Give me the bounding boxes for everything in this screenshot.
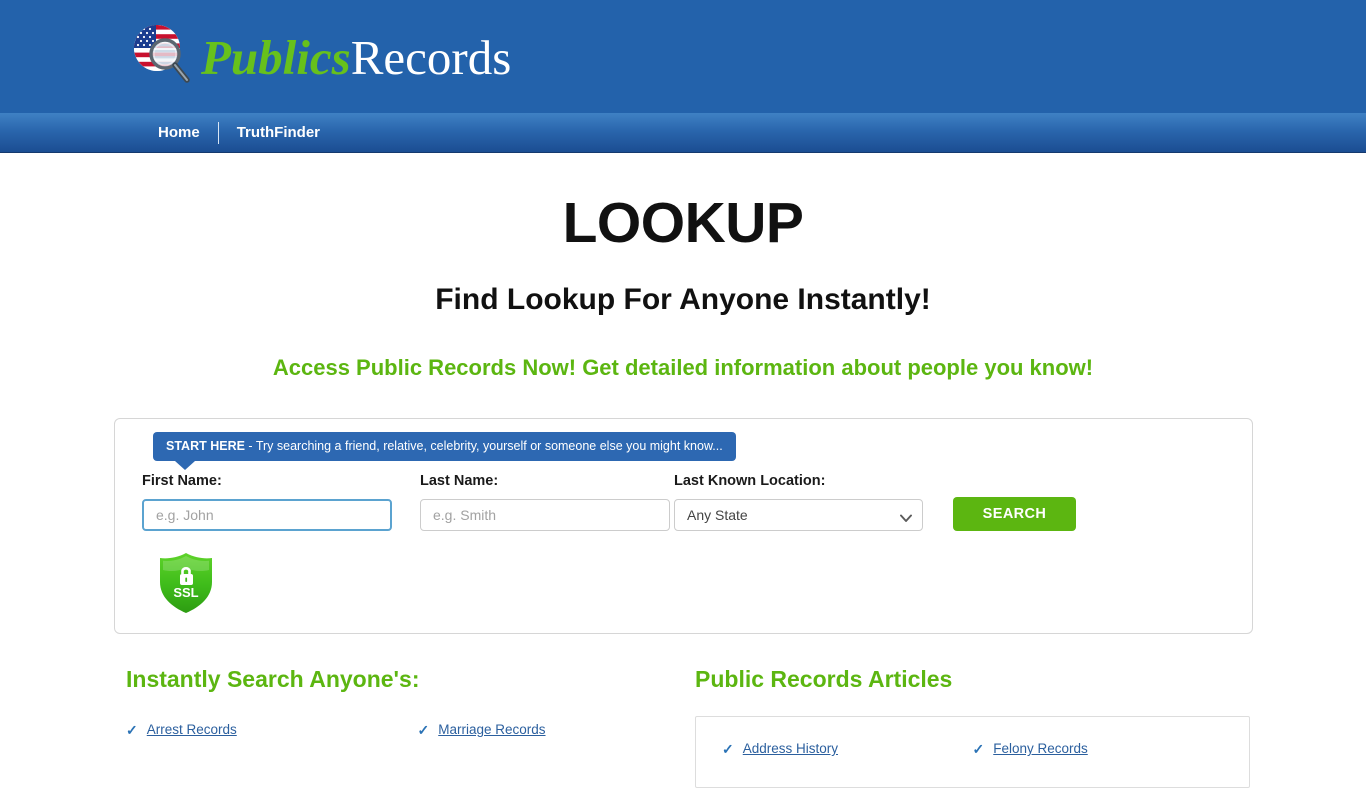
nav-item-home[interactable]: Home xyxy=(140,125,218,140)
nav-item-truthfinder[interactable]: TruthFinder xyxy=(219,125,338,140)
first-name-label: First Name: xyxy=(142,473,222,489)
articles-links: ✓ Address History ✓ Felony Records xyxy=(722,741,1223,779)
logo-word-secondary: Records xyxy=(350,29,512,85)
logo-wordmark: PublicsRecords xyxy=(201,33,511,82)
check-icon: ✓ xyxy=(972,740,985,757)
hero-tagline: Access Public Records Now! Get detailed … xyxy=(272,355,1094,380)
start-here-text: - Try searching a friend, relative, cele… xyxy=(244,439,723,453)
list-item[interactable]: ✓ Marriage Records xyxy=(418,722,710,737)
articles-heading: Public Records Articles xyxy=(695,666,953,692)
search-button[interactable]: SEARCH xyxy=(953,496,1076,531)
page-title: LOOKUP xyxy=(562,191,804,255)
hero-section: LOOKUP Find Lookup For Anyone Instantly!… xyxy=(0,153,1366,379)
list-item[interactable]: ✓ Arrest Records xyxy=(126,722,418,737)
articles-column: Public Records Articles ✓ Address Histor… xyxy=(695,668,1250,788)
first-name-field-group: First Name: xyxy=(142,474,420,531)
start-here-label: START HERE xyxy=(166,439,245,453)
articles-box: ✓ Address History ✓ Felony Records xyxy=(695,716,1250,788)
instant-search-links: ✓ Arrest Records ✓ Marriage Records xyxy=(126,722,709,760)
search-form-panel: START HERE - Try searching a friend, rel… xyxy=(114,418,1253,634)
ssl-shield-icon: SSL xyxy=(157,552,215,614)
start-here-callout: START HERE - Try searching a friend, rel… xyxy=(153,432,736,469)
instant-search-heading: Instantly Search Anyone's: xyxy=(126,666,420,692)
check-icon: ✓ xyxy=(126,721,138,738)
hero-subtitle: Find Lookup For Anyone Instantly! xyxy=(435,283,931,316)
last-name-label: Last Name: xyxy=(420,473,499,489)
main-navigation: Home TruthFinder xyxy=(0,113,1366,153)
link-address-history[interactable]: Address History xyxy=(743,741,838,756)
svg-text:SSL: SSL xyxy=(173,585,198,600)
instant-search-column: Instantly Search Anyone's: ✓ Arrest Reco… xyxy=(126,668,709,788)
search-fields-row: First Name: Last Name: Last Known Locati… xyxy=(142,474,1232,531)
last-name-field-group: Last Name: xyxy=(420,474,674,531)
first-name-input[interactable] xyxy=(142,498,392,531)
check-icon: ✓ xyxy=(722,740,734,757)
bottom-columns: Instantly Search Anyone's: ✓ Arrest Reco… xyxy=(0,668,1366,788)
site-header: PublicsRecords xyxy=(0,0,1366,113)
check-icon: ✓ xyxy=(417,721,430,738)
location-select-wrap: Any State xyxy=(674,498,923,531)
link-marriage-records[interactable]: Marriage Records xyxy=(438,722,545,737)
list-item[interactable]: ✓ Felony Records xyxy=(973,741,1224,756)
magnifier-usflag-icon xyxy=(125,20,199,94)
location-label: Last Known Location: xyxy=(674,473,826,489)
location-select[interactable]: Any State xyxy=(674,498,923,531)
link-arrest-records[interactable]: Arrest Records xyxy=(147,722,237,737)
last-name-input[interactable] xyxy=(420,498,670,531)
logo-word-primary: Publics xyxy=(201,29,351,85)
link-felony-records[interactable]: Felony Records xyxy=(993,741,1088,756)
list-item[interactable]: ✓ Address History xyxy=(722,741,973,756)
site-logo[interactable]: PublicsRecords xyxy=(125,20,511,94)
location-field-group: Last Known Location: Any State xyxy=(674,474,923,531)
